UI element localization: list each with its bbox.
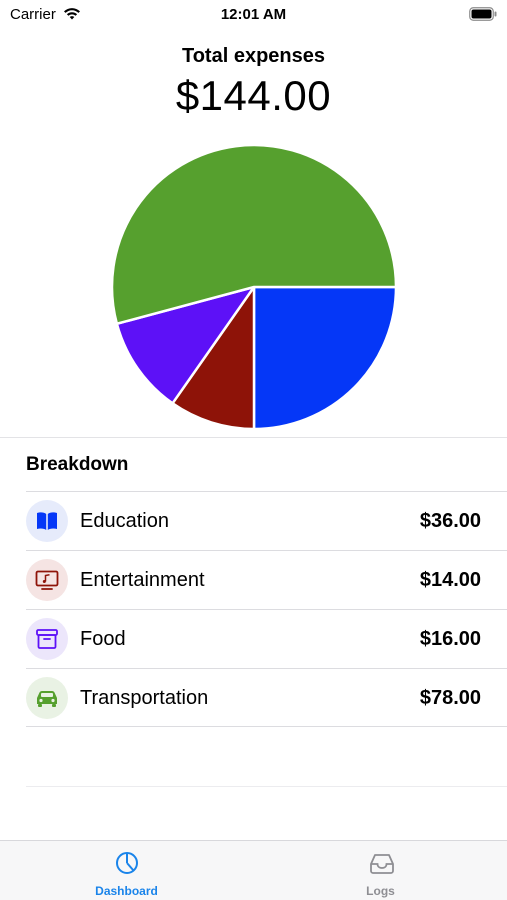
tab-label: Logs — [366, 884, 395, 898]
list-footer-divider — [26, 786, 507, 787]
tab-label: Dashboard — [95, 884, 158, 898]
breakdown-label: Food — [80, 628, 126, 650]
status-bar: Carrier 12:01 AM — [0, 0, 507, 30]
total-expenses-amount: $144.00 — [175, 72, 332, 119]
total-expenses-header: Total expenses $144.00 — [0, 45, 507, 120]
tv-icon — [26, 559, 68, 601]
tray-icon — [369, 851, 394, 875]
breakdown-label: Entertainment — [80, 569, 205, 591]
tab-dashboard[interactable]: Dashboard — [0, 841, 253, 900]
breakdown-amount: $78.00 — [419, 687, 481, 709]
breakdown-row-transportation[interactable]: Transportation $78.00 — [26, 668, 507, 727]
breakdown-title: Breakdown — [26, 454, 129, 475]
breakdown-list: Education $36.00 Entertainment $14.00 Fo… — [26, 491, 507, 727]
battery-icon — [469, 7, 497, 26]
breakdown-label: Transportation — [80, 687, 209, 709]
breakdown-amount: $36.00 — [419, 510, 481, 532]
section-divider — [0, 437, 507, 438]
breakdown-label: Education — [80, 510, 169, 532]
tab-logs[interactable]: Logs — [254, 841, 507, 900]
tab-bar: Dashboard Logs — [0, 840, 507, 900]
car-icon — [26, 677, 68, 719]
breakdown-amount: $14.00 — [419, 569, 481, 591]
breakdown-row-entertainment[interactable]: Entertainment $14.00 — [26, 550, 507, 609]
expenses-pie-chart — [110, 143, 398, 431]
clock: 12:01 AM — [220, 6, 287, 23]
breakdown-row-education[interactable]: Education $36.00 — [26, 491, 507, 550]
archive-box-icon — [26, 618, 68, 660]
pie-chart-icon — [115, 851, 139, 875]
breakdown-row-food[interactable]: Food $16.00 — [26, 609, 507, 668]
breakdown-amount: $16.00 — [419, 628, 481, 650]
book-icon — [26, 500, 68, 542]
total-expenses-label: Total expenses — [181, 45, 326, 67]
pie-slice-education — [252, 285, 398, 431]
